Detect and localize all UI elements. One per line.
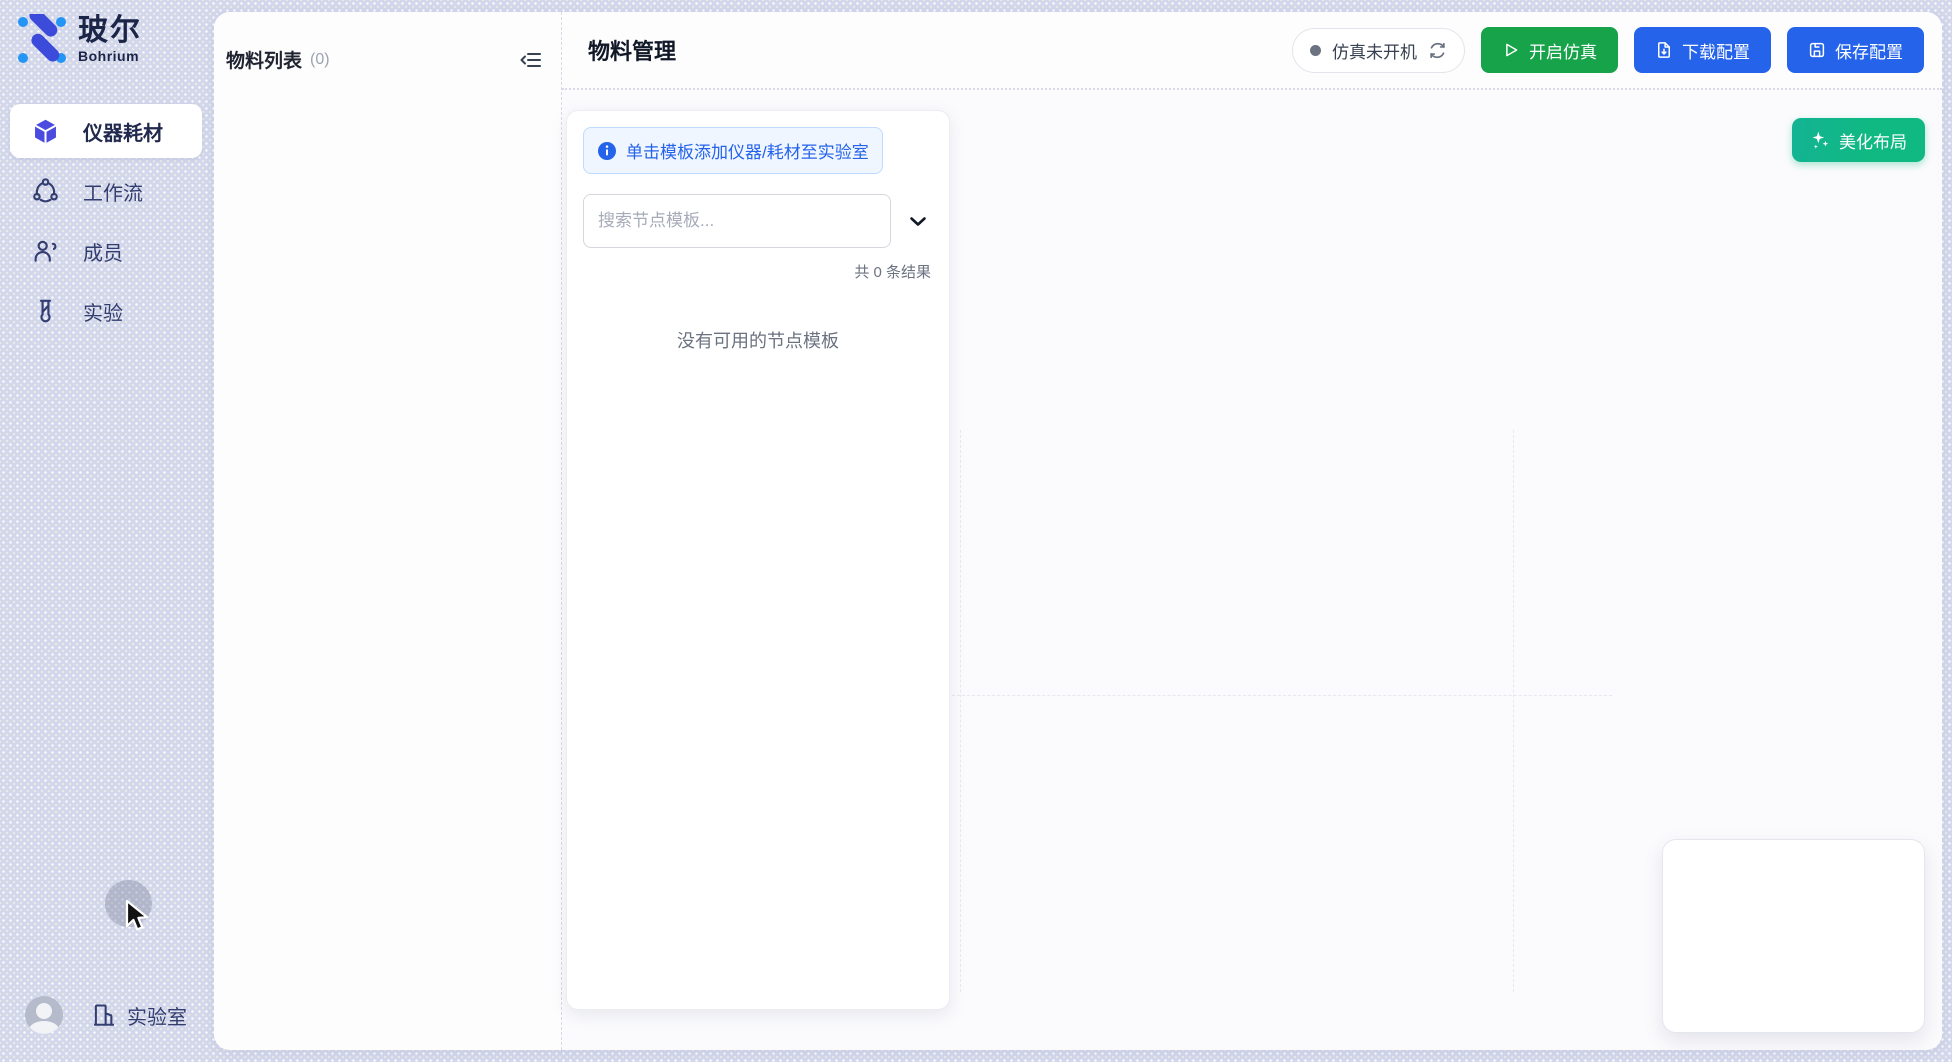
members-icon xyxy=(32,238,59,265)
bohrium-logo-icon xyxy=(16,14,68,66)
start-simulation-label: 开启仿真 xyxy=(1529,38,1597,63)
sidebar-item-workflow[interactable]: 工作流 xyxy=(10,164,202,218)
brand-name: 玻尔 xyxy=(78,16,142,46)
mouse-cursor xyxy=(123,899,150,935)
sidebar-footer: 实验室 xyxy=(25,996,187,1034)
lab-label: 实验室 xyxy=(127,1001,187,1030)
canvas-guide-horizontal xyxy=(952,695,1612,696)
chevron-down-icon[interactable] xyxy=(906,209,930,233)
status-dot-icon xyxy=(1310,45,1321,56)
main-region: 物料管理 仿真未开机 开启仿真 xyxy=(562,12,1942,1050)
result-count-text: 共 0 条结果 xyxy=(583,261,933,282)
sparkles-icon xyxy=(1810,130,1830,150)
canvas-guide-vertical xyxy=(960,430,961,992)
content-card: 物料列表 (0) 物料管理 仿真未开机 xyxy=(214,12,1942,1050)
empty-templates-text: 没有可用的节点模板 xyxy=(583,327,933,353)
building-icon xyxy=(91,1002,117,1028)
simulation-status-chip: 仿真未开机 xyxy=(1292,28,1465,73)
search-template-input[interactable] xyxy=(583,194,891,248)
workflow-icon xyxy=(32,178,59,205)
start-simulation-button[interactable]: 开启仿真 xyxy=(1481,27,1618,73)
info-icon xyxy=(597,141,617,161)
sidebar-item-label: 实验 xyxy=(83,297,123,326)
material-list-panel: 物料列表 (0) xyxy=(214,12,562,1050)
sidebar-menu: 仪器耗材 工作流 成员 xyxy=(10,104,202,344)
sidebar-item-label: 成员 xyxy=(83,237,123,266)
download-config-button[interactable]: 下载配置 xyxy=(1634,27,1771,73)
lab-entry[interactable]: 实验室 xyxy=(91,1001,187,1030)
brand-logo[interactable]: 玻尔 Bohrium xyxy=(16,14,142,66)
sidebar-item-label: 仪器耗材 xyxy=(83,117,163,146)
sidebar-item-instruments[interactable]: 仪器耗材 xyxy=(10,104,202,158)
page-title: 物料管理 xyxy=(588,34,676,66)
beautify-layout-label: 美化布局 xyxy=(1839,128,1907,153)
material-list-header: 物料列表 (0) xyxy=(214,12,561,73)
brand-subtitle: Bohrium xyxy=(78,48,142,64)
experiment-icon xyxy=(32,298,59,325)
header-actions: 仿真未开机 开启仿真 xyxy=(1292,27,1924,73)
simulation-status-text: 仿真未开机 xyxy=(1332,38,1417,63)
cube-icon xyxy=(32,118,59,145)
download-config-label: 下载配置 xyxy=(1682,38,1750,63)
collapse-panel-icon[interactable] xyxy=(519,48,543,72)
sidebar-item-label: 工作流 xyxy=(83,177,143,206)
sidebar-item-members[interactable]: 成员 xyxy=(10,224,202,278)
material-list-title: 物料列表 xyxy=(226,46,302,73)
material-list-count: (0) xyxy=(310,51,330,69)
play-icon xyxy=(1502,41,1520,59)
template-hint-text: 单击模板添加仪器/耗材至实验室 xyxy=(626,138,869,163)
node-template-panel: 单击模板添加仪器/耗材至实验室 共 0 条结果 没有可用的节点模板 xyxy=(566,110,950,1010)
canvas-guide-vertical xyxy=(1513,430,1514,992)
canvas-minimap[interactable] xyxy=(1662,839,1925,1033)
template-search-row xyxy=(583,194,933,248)
beautify-layout-button[interactable]: 美化布局 xyxy=(1792,118,1925,162)
sidebar-item-experiment[interactable]: 实验 xyxy=(10,284,202,338)
save-icon xyxy=(1808,41,1826,59)
flow-canvas[interactable]: 单击模板添加仪器/耗材至实验室 共 0 条结果 没有可用的节点模板 xyxy=(562,90,1942,1050)
user-avatar[interactable] xyxy=(25,996,63,1034)
main-header: 物料管理 仿真未开机 开启仿真 xyxy=(562,12,1942,90)
save-config-label: 保存配置 xyxy=(1835,38,1903,63)
sidebar: 玻尔 Bohrium 仪器耗材 工作流 xyxy=(0,0,214,1062)
refresh-icon[interactable] xyxy=(1428,41,1447,60)
save-config-button[interactable]: 保存配置 xyxy=(1787,27,1924,73)
file-download-icon xyxy=(1655,41,1673,59)
brand-text: 玻尔 Bohrium xyxy=(78,16,142,64)
template-hint-chip: 单击模板添加仪器/耗材至实验室 xyxy=(583,127,883,174)
